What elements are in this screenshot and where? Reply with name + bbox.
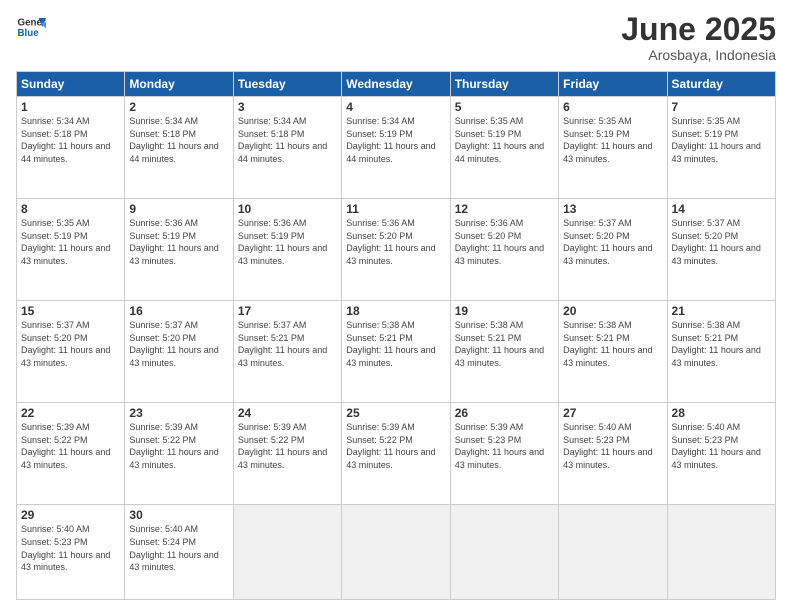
day-7: 7 Sunrise: 5:35 AMSunset: 5:19 PMDayligh… [667, 97, 775, 199]
col-friday: Friday [559, 72, 667, 97]
day-3: 3 Sunrise: 5:34 AMSunset: 5:18 PMDayligh… [233, 97, 341, 199]
day-23: 23 Sunrise: 5:39 AMSunset: 5:22 PMDaylig… [125, 403, 233, 505]
week-row-5: 29 Sunrise: 5:40 AMSunset: 5:23 PMDaylig… [17, 505, 776, 600]
logo: General Blue [16, 12, 46, 42]
col-saturday: Saturday [667, 72, 775, 97]
day-6: 6 Sunrise: 5:35 AMSunset: 5:19 PMDayligh… [559, 97, 667, 199]
day-14: 14 Sunrise: 5:37 AMSunset: 5:20 PMDaylig… [667, 199, 775, 301]
header: General Blue June 2025 Arosbaya, Indones… [16, 12, 776, 63]
title-area: June 2025 Arosbaya, Indonesia [621, 12, 776, 63]
calendar-subtitle: Arosbaya, Indonesia [621, 47, 776, 63]
day-22: 22 Sunrise: 5:39 AMSunset: 5:22 PMDaylig… [17, 403, 125, 505]
day-29: 29 Sunrise: 5:40 AMSunset: 5:23 PMDaylig… [17, 505, 125, 600]
day-16: 16 Sunrise: 5:37 AMSunset: 5:20 PMDaylig… [125, 301, 233, 403]
week-row-4: 22 Sunrise: 5:39 AMSunset: 5:22 PMDaylig… [17, 403, 776, 505]
day-1: 1 Sunrise: 5:34 AMSunset: 5:18 PMDayligh… [17, 97, 125, 199]
day-28: 28 Sunrise: 5:40 AMSunset: 5:23 PMDaylig… [667, 403, 775, 505]
calendar-table: Sunday Monday Tuesday Wednesday Thursday… [16, 71, 776, 600]
day-26: 26 Sunrise: 5:39 AMSunset: 5:23 PMDaylig… [450, 403, 558, 505]
day-20: 20 Sunrise: 5:38 AMSunset: 5:21 PMDaylig… [559, 301, 667, 403]
header-row: Sunday Monday Tuesday Wednesday Thursday… [17, 72, 776, 97]
day-4: 4 Sunrise: 5:34 AMSunset: 5:19 PMDayligh… [342, 97, 450, 199]
col-tuesday: Tuesday [233, 72, 341, 97]
page: General Blue June 2025 Arosbaya, Indones… [0, 0, 792, 612]
week-row-2: 8 Sunrise: 5:35 AMSunset: 5:19 PMDayligh… [17, 199, 776, 301]
day-15: 15 Sunrise: 5:37 AMSunset: 5:20 PMDaylig… [17, 301, 125, 403]
day-18: 18 Sunrise: 5:38 AMSunset: 5:21 PMDaylig… [342, 301, 450, 403]
col-sunday: Sunday [17, 72, 125, 97]
day-25: 25 Sunrise: 5:39 AMSunset: 5:22 PMDaylig… [342, 403, 450, 505]
week-row-3: 15 Sunrise: 5:37 AMSunset: 5:20 PMDaylig… [17, 301, 776, 403]
day-24: 24 Sunrise: 5:39 AMSunset: 5:22 PMDaylig… [233, 403, 341, 505]
day-17: 17 Sunrise: 5:37 AMSunset: 5:21 PMDaylig… [233, 301, 341, 403]
day-11: 11 Sunrise: 5:36 AMSunset: 5:20 PMDaylig… [342, 199, 450, 301]
col-wednesday: Wednesday [342, 72, 450, 97]
day-10: 10 Sunrise: 5:36 AMSunset: 5:19 PMDaylig… [233, 199, 341, 301]
day-2: 2 Sunrise: 5:34 AMSunset: 5:18 PMDayligh… [125, 97, 233, 199]
empty-cell-2 [342, 505, 450, 600]
day-5: 5 Sunrise: 5:35 AMSunset: 5:19 PMDayligh… [450, 97, 558, 199]
day-19: 19 Sunrise: 5:38 AMSunset: 5:21 PMDaylig… [450, 301, 558, 403]
calendar-title: June 2025 [621, 12, 776, 47]
week-row-1: 1 Sunrise: 5:34 AMSunset: 5:18 PMDayligh… [17, 97, 776, 199]
day-27: 27 Sunrise: 5:40 AMSunset: 5:23 PMDaylig… [559, 403, 667, 505]
svg-text:Blue: Blue [18, 28, 40, 39]
day-13: 13 Sunrise: 5:37 AMSunset: 5:20 PMDaylig… [559, 199, 667, 301]
day-9: 9 Sunrise: 5:36 AMSunset: 5:19 PMDayligh… [125, 199, 233, 301]
day-8: 8 Sunrise: 5:35 AMSunset: 5:19 PMDayligh… [17, 199, 125, 301]
empty-cell-1 [233, 505, 341, 600]
col-monday: Monday [125, 72, 233, 97]
day-12: 12 Sunrise: 5:36 AMSunset: 5:20 PMDaylig… [450, 199, 558, 301]
empty-cell-4 [559, 505, 667, 600]
day-30: 30 Sunrise: 5:40 AMSunset: 5:24 PMDaylig… [125, 505, 233, 600]
day-21: 21 Sunrise: 5:38 AMSunset: 5:21 PMDaylig… [667, 301, 775, 403]
col-thursday: Thursday [450, 72, 558, 97]
logo-icon: General Blue [16, 12, 46, 42]
empty-cell-3 [450, 505, 558, 600]
empty-cell-5 [667, 505, 775, 600]
